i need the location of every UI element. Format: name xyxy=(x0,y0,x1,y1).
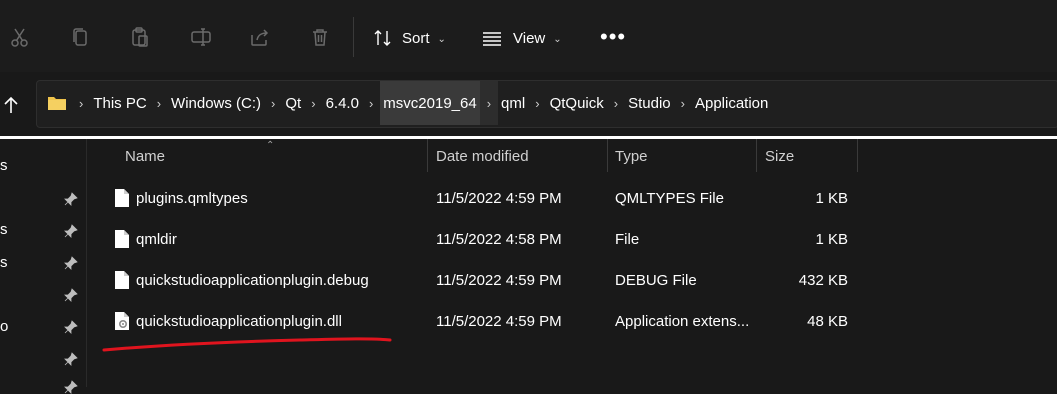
view-label: View xyxy=(513,29,546,47)
folder-icon xyxy=(48,97,66,110)
breadcrumb-separator[interactable]: › xyxy=(607,81,625,125)
pin-icon[interactable] xyxy=(64,320,78,334)
file-row[interactable] xyxy=(87,219,1057,260)
document-icon xyxy=(115,271,129,289)
paste-icon[interactable] xyxy=(127,24,153,50)
breadcrumb-6-4-0[interactable]: 6.4.0 xyxy=(323,81,362,125)
red-underline-annotation xyxy=(102,337,392,352)
breadcrumb-separator[interactable]: › xyxy=(479,81,499,125)
breadcrumb-studio[interactable]: Studio xyxy=(625,81,674,125)
file-size: 432 KB xyxy=(798,272,848,289)
copy-icon[interactable] xyxy=(67,24,93,50)
share-icon[interactable] xyxy=(247,24,273,50)
breadcrumb-separator[interactable]: › xyxy=(304,81,322,125)
file-type: QMLTYPES File xyxy=(615,190,724,207)
breadcrumb-this-pc[interactable]: This PC xyxy=(90,81,149,125)
dll-gear-icon xyxy=(115,312,129,330)
chevron-down-icon: ⌄ xyxy=(437,33,446,45)
file-size: 1 KB xyxy=(815,190,848,207)
sort-ascending-icon: ⌃ xyxy=(266,140,275,151)
nav-item-label[interactable]: s xyxy=(0,221,8,238)
breadcrumb-qt[interactable]: Qt xyxy=(282,81,304,125)
delete-icon[interactable] xyxy=(307,24,333,50)
breadcrumb-separator[interactable]: › xyxy=(264,81,282,125)
rename-icon[interactable] xyxy=(188,24,214,50)
file-date: 11/5/2022 4:59 PM xyxy=(436,313,562,330)
sort-label: Sort xyxy=(402,29,430,47)
pin-icon[interactable] xyxy=(64,256,78,270)
pin-icon[interactable] xyxy=(64,224,78,238)
more-options-button[interactable]: ••• xyxy=(600,26,626,48)
pin-icon[interactable] xyxy=(64,352,78,366)
file-size: 1 KB xyxy=(815,231,848,248)
nav-item-label[interactable]: s xyxy=(0,254,8,271)
file-type: DEBUG File xyxy=(615,272,697,289)
file-size: 48 KB xyxy=(807,313,848,330)
nav-item-label[interactable]: s xyxy=(0,157,8,174)
file-date: 11/5/2022 4:59 PM xyxy=(436,190,562,207)
column-header-name[interactable]: Name xyxy=(125,148,165,165)
sort-button[interactable]: Sort ⌄ xyxy=(372,24,446,52)
breadcrumb-separator[interactable]: › xyxy=(150,81,168,125)
toolbar-separator xyxy=(353,17,354,57)
file-type: Application extens... xyxy=(615,313,750,330)
column-header-date[interactable]: Date modified xyxy=(436,148,529,165)
document-icon xyxy=(115,230,129,248)
pin-icon[interactable] xyxy=(64,288,78,302)
column-header-size[interactable]: Size xyxy=(765,148,794,165)
breadcrumb-msvc2019-64[interactable]: msvc2019_64 xyxy=(380,81,480,125)
nav-item-label[interactable]: o xyxy=(0,318,8,335)
pin-icon[interactable] xyxy=(64,192,78,206)
document-icon xyxy=(115,189,129,207)
breadcrumb-separator[interactable]: › xyxy=(528,81,546,125)
file-date: 11/5/2022 4:59 PM xyxy=(436,272,562,289)
column-divider[interactable] xyxy=(607,139,608,172)
column-divider[interactable] xyxy=(427,139,428,172)
file-name: plugins.qmltypes xyxy=(136,190,248,207)
pin-icon[interactable] xyxy=(64,380,78,394)
breadcrumb-separator[interactable]: › xyxy=(362,81,380,125)
breadcrumb-separator[interactable]: › xyxy=(72,81,90,125)
column-header-type[interactable]: Type xyxy=(615,148,648,165)
cut-icon[interactable] xyxy=(7,24,33,50)
sort-icon xyxy=(374,30,391,46)
up-arrow-icon[interactable] xyxy=(0,94,22,116)
breadcrumb: › This PC › Windows (C:) › Qt › 6.4.0 › … xyxy=(72,81,771,125)
file-name: quickstudioapplicationplugin.debug xyxy=(136,272,369,289)
breadcrumb-qtquick[interactable]: QtQuick xyxy=(547,81,607,125)
breadcrumb-qml[interactable]: qml xyxy=(498,81,528,125)
breadcrumb-application[interactable]: Application xyxy=(692,81,771,125)
view-icon xyxy=(483,32,501,46)
column-divider[interactable] xyxy=(857,139,858,172)
file-name: qmldir xyxy=(136,231,177,248)
chevron-down-icon: ⌄ xyxy=(553,33,562,45)
file-type: File xyxy=(615,231,640,248)
breadcrumb-separator[interactable]: › xyxy=(674,81,692,125)
breadcrumb-windows-c[interactable]: Windows (C:) xyxy=(168,81,264,125)
view-button[interactable]: View ⌄ xyxy=(481,24,562,52)
column-divider[interactable] xyxy=(756,139,757,172)
file-date: 11/5/2022 4:58 PM xyxy=(436,231,562,248)
file-name: quickstudioapplicationplugin.dll xyxy=(136,313,342,330)
